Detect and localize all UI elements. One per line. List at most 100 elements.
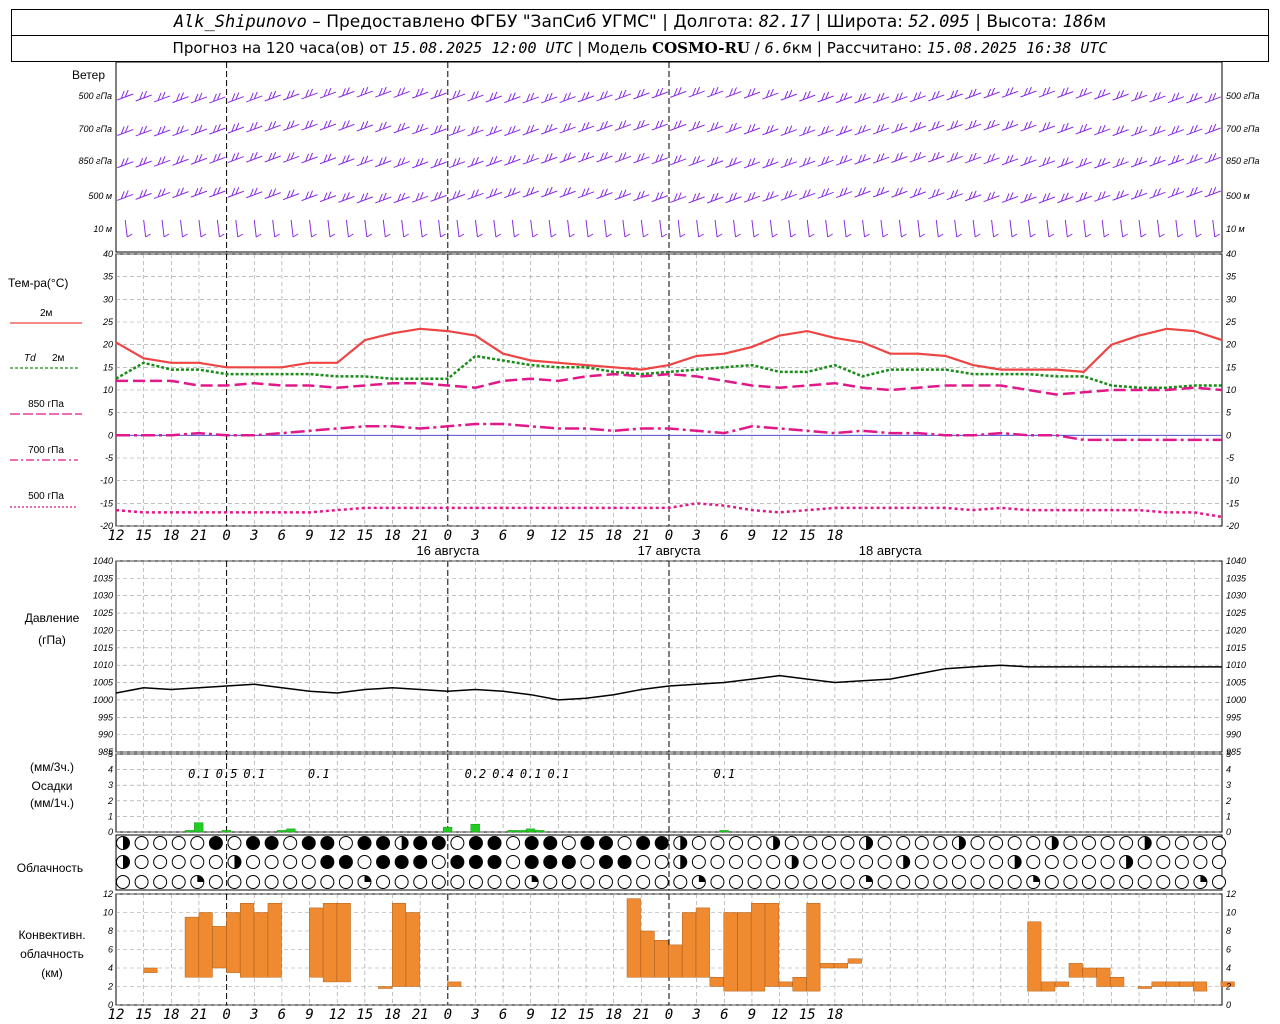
wind-barb	[292, 233, 299, 238]
precip-value-label: 0.1	[188, 767, 210, 781]
wind-barb	[954, 219, 958, 238]
wind-barb	[753, 233, 760, 238]
wind-barb	[696, 219, 700, 238]
precip-bar	[470, 823, 480, 833]
cloud-symbol-fill	[432, 836, 446, 850]
cloud-symbol-quarter	[866, 875, 873, 882]
pressure-tick-right: 1005	[1226, 678, 1247, 688]
cloud-symbol	[171, 836, 186, 850]
wind-barb	[640, 219, 644, 238]
wind-barb	[403, 233, 409, 238]
cloud-symbol-fill	[599, 855, 613, 869]
cloud-symbol	[951, 875, 966, 889]
wind-barb	[679, 233, 686, 238]
wind-barb	[714, 219, 718, 238]
wind-barb	[1177, 233, 1184, 238]
temp-x-tick: 0	[665, 528, 673, 544]
wind-barb	[550, 233, 557, 238]
cloud-symbol-fill	[580, 836, 594, 850]
bottom-x-tick: 3	[691, 1007, 700, 1023]
conv-bar	[626, 898, 641, 978]
wind-barb	[790, 233, 797, 238]
conv-tick-right: 10	[1226, 908, 1236, 918]
wind-barb	[569, 233, 575, 238]
cloud-symbol	[580, 875, 595, 889]
cloud-symbol-fill	[525, 855, 539, 869]
wind-barb	[161, 219, 165, 238]
temp-x-tick: 15	[356, 528, 373, 544]
conv-bar	[1193, 981, 1208, 992]
conv-bar	[267, 903, 282, 978]
cloud-symbol	[747, 855, 762, 869]
temp-tick-right: 5	[1226, 408, 1232, 418]
conv-bar	[1165, 981, 1180, 987]
pressure-tick-left: 1030	[93, 591, 113, 601]
precip-tick-left: 5	[108, 749, 114, 759]
conv-bar	[682, 912, 697, 978]
temp-tick-right: 0	[1226, 430, 1231, 440]
conv-title-1: Конвективн.	[18, 928, 85, 942]
cloud-symbol	[431, 875, 446, 889]
bottom-x-tick: 0	[222, 1007, 230, 1023]
wind-barb	[1083, 219, 1087, 238]
temp-x-tick: 3	[470, 528, 479, 544]
temp-x-tick: 21	[412, 528, 429, 544]
cloud-symbol	[134, 875, 149, 889]
cloud-symbol	[691, 855, 706, 869]
wind-barb	[716, 233, 723, 238]
wind-barb	[1067, 233, 1073, 238]
conv-bar	[709, 977, 724, 987]
temp-tick-left: 15	[103, 362, 114, 372]
wind-barb	[901, 233, 907, 238]
cloud-symbol-half	[1014, 855, 1022, 869]
wind-barb	[772, 233, 778, 238]
legend-td-label: 2м	[52, 353, 65, 364]
cloud-symbol-half	[1126, 855, 1133, 869]
conv-bar	[737, 912, 752, 992]
precip-value-label: 0.5	[216, 767, 238, 781]
wind-barb	[1138, 219, 1142, 238]
conv-tick-left: 8	[108, 926, 113, 936]
cloud-symbol-fill	[543, 855, 557, 869]
conv-bar	[1082, 967, 1097, 978]
precip-tick-right: 2	[1225, 796, 1231, 806]
bottom-x-tick: 9	[748, 1007, 756, 1023]
wind-barb	[862, 219, 866, 238]
bottom-x-tick: 6	[499, 1007, 507, 1023]
cloud-symbols	[116, 836, 1226, 889]
pressure-tick-right: 1030	[1226, 591, 1246, 601]
cloud-symbol	[840, 836, 855, 850]
wind-barb	[1085, 233, 1092, 238]
wind-barb	[495, 233, 502, 238]
wind-barb	[974, 233, 981, 238]
wind-barb	[532, 233, 539, 238]
cloud-symbol-quarter	[1033, 875, 1040, 882]
cloud-symbol-fill	[246, 836, 260, 850]
cloud-symbol-fill	[543, 836, 557, 850]
conv-bar	[240, 903, 255, 978]
bottom-x-tick: 15	[799, 1007, 816, 1023]
wind-barb	[200, 233, 207, 238]
cloud-symbol	[246, 855, 261, 869]
wind-barb	[143, 219, 147, 238]
cloud-symbol-quarter	[531, 875, 539, 882]
pressure-tick-right: 1020	[1226, 625, 1246, 635]
pressure-tick-left: 1025	[93, 608, 114, 618]
temp-x-tick: 9	[305, 528, 313, 544]
bottom-x-tick: 15	[135, 1007, 152, 1023]
precip-value-label: 0.1	[243, 767, 265, 781]
temp-tick-right: -5	[1226, 453, 1235, 463]
cloud-symbol	[1174, 855, 1189, 869]
wind-barb	[216, 219, 220, 238]
cloud-symbol	[413, 875, 428, 889]
wind-level-right: 850 гПа	[1226, 156, 1259, 166]
temp-x-tick: 21	[633, 528, 650, 544]
pressure-tick-left: 1020	[93, 625, 113, 635]
cloud-symbol	[1212, 855, 1226, 869]
temp-x-tick: 0	[222, 528, 230, 544]
cloud-symbol-fill	[339, 855, 353, 869]
temp-x-tick: 9	[527, 528, 535, 544]
temp-tick-left: 10	[103, 385, 113, 395]
bottom-x-tick: 12	[550, 1007, 567, 1023]
wind-barb	[938, 233, 944, 238]
